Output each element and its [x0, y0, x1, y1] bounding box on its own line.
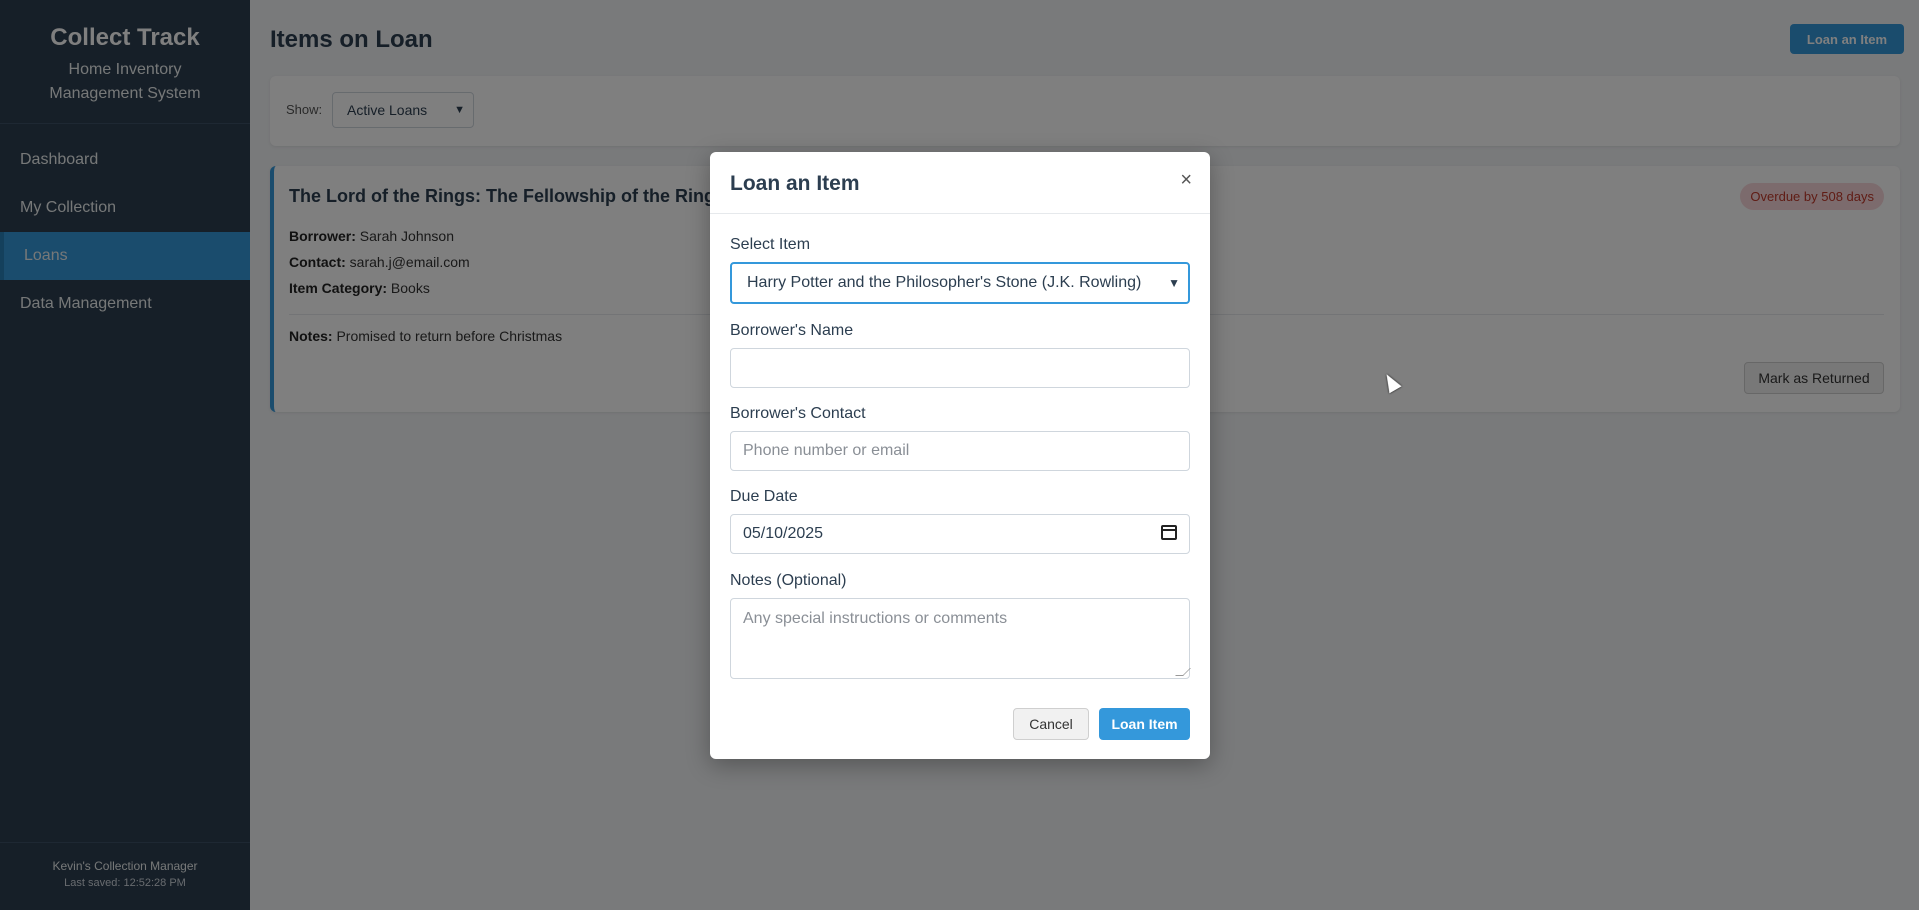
resize-handle-icon[interactable] [1175, 668, 1191, 676]
close-icon[interactable]: × [1180, 170, 1192, 190]
borrower-contact-input[interactable]: Phone number or email [730, 431, 1190, 471]
select-item-value: Harry Potter and the Philosopher's Stone… [747, 274, 1142, 291]
cancel-button[interactable]: Cancel [1013, 708, 1089, 740]
borrower-name-label: Borrower's Name [730, 322, 854, 339]
notes-optional-label: Notes (Optional) [730, 572, 847, 589]
modal-header: Loan an Item × [710, 152, 1210, 214]
borrower-contact-placeholder: Phone number or email [743, 442, 910, 459]
due-date-value: 05/10/2025 [743, 525, 824, 542]
chevron-down-icon: ▼ [1168, 276, 1180, 290]
modal-title: Loan an Item [730, 172, 860, 195]
borrower-contact-label: Borrower's Contact [730, 405, 866, 422]
due-date-label: Due Date [730, 488, 798, 505]
loan-item-modal: Loan an Item × Select Item Harry Potter … [710, 152, 1210, 759]
loan-item-submit-button[interactable]: Loan Item [1099, 708, 1190, 740]
notes-textarea[interactable]: Any special instructions or comments [730, 598, 1191, 679]
calendar-icon[interactable] [1161, 525, 1177, 540]
notes-placeholder: Any special instructions or comments [743, 610, 1008, 627]
select-item-dropdown[interactable]: Harry Potter and the Philosopher's Stone… [730, 262, 1190, 304]
select-item-label: Select Item [730, 236, 811, 253]
borrower-name-input[interactable] [730, 348, 1190, 388]
due-date-input[interactable]: 05/10/2025 [730, 514, 1190, 554]
